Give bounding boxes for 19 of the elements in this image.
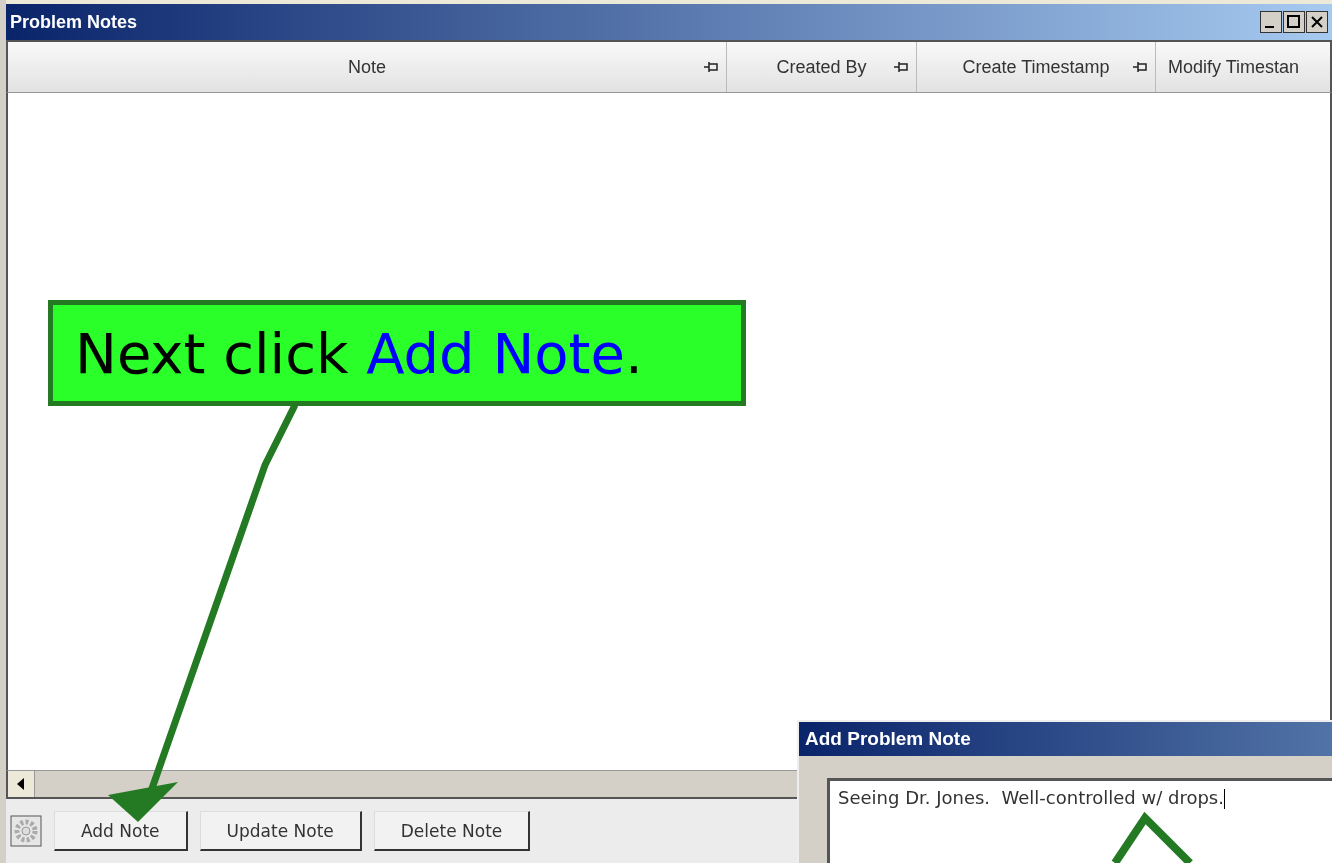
column-header[interactable]: Created By	[727, 42, 917, 92]
note-action-button[interactable]: Update Note	[199, 811, 362, 851]
window-title: Problem Notes	[10, 11, 138, 33]
left-arrow-icon	[17, 778, 25, 790]
note-action-button[interactable]: Add Note	[54, 811, 188, 851]
minimize-icon[interactable]	[1260, 11, 1282, 33]
column-header[interactable]: Create Timestamp	[917, 42, 1156, 92]
column-header[interactable]: Note	[8, 42, 727, 92]
callout-text: Next click Add Note.	[75, 320, 643, 386]
maximize-icon[interactable]	[1283, 11, 1305, 33]
column-header[interactable]: Modify Timestan	[1156, 42, 1330, 92]
pin-icon[interactable]	[704, 61, 718, 73]
pin-icon[interactable]	[1133, 61, 1147, 73]
scroll-left-button[interactable]	[8, 771, 35, 797]
note-input-field[interactable]: Seeing Dr. Jones. Well-controlled w/ drops.	[827, 778, 1332, 863]
note-action-button[interactable]: Delete Note	[373, 811, 531, 851]
pin-icon[interactable]	[894, 61, 908, 73]
dialog-title: Add Problem Note	[805, 728, 971, 750]
close-icon[interactable]	[1306, 11, 1328, 33]
